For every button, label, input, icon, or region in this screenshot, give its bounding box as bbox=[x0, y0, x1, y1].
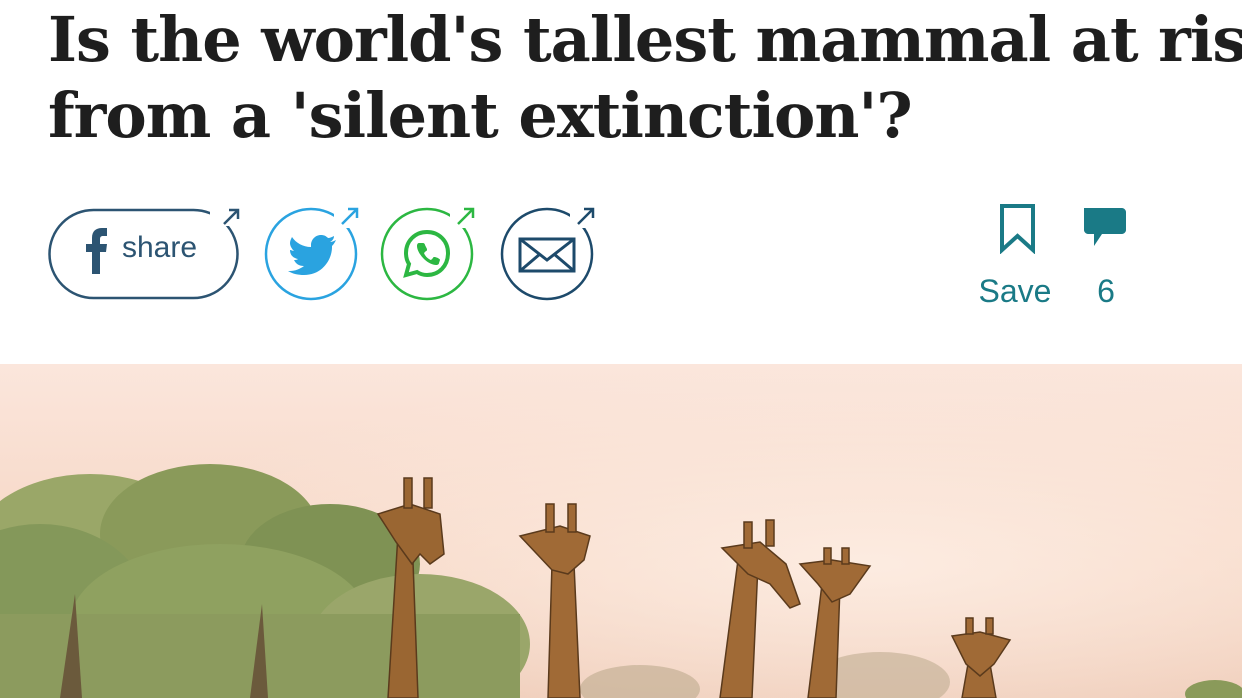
comment-icon bbox=[1084, 208, 1126, 246]
comments-button[interactable]: 6 bbox=[1070, 204, 1142, 310]
bookmark-icon bbox=[1000, 204, 1035, 255]
facebook-share-label: share bbox=[122, 231, 198, 264]
twitter-share-button[interactable] bbox=[264, 206, 362, 302]
email-share-button[interactable] bbox=[500, 206, 598, 302]
headline-line-2: from a 'silent extinction'? bbox=[48, 79, 913, 152]
article-headline: Is the world's tallest mammal at risk fr… bbox=[48, 2, 1242, 154]
hero-image bbox=[0, 364, 1242, 698]
whatsapp-share-button[interactable] bbox=[380, 206, 478, 302]
headline-line-1: Is the world's tallest mammal at risk bbox=[48, 3, 1242, 76]
email-icon bbox=[518, 237, 576, 273]
facebook-share-button[interactable]: share bbox=[48, 206, 244, 302]
article-actions: Save 6 bbox=[972, 204, 1132, 314]
save-button[interactable]: Save bbox=[972, 204, 1058, 310]
whatsapp-icon bbox=[403, 229, 451, 278]
twitter-icon bbox=[288, 235, 336, 275]
facebook-icon bbox=[86, 228, 107, 274]
article-page: Is the world's tallest mammal at risk fr… bbox=[0, 0, 1242, 698]
save-label: Save bbox=[978, 273, 1052, 309]
comment-count: 6 bbox=[1097, 273, 1115, 309]
